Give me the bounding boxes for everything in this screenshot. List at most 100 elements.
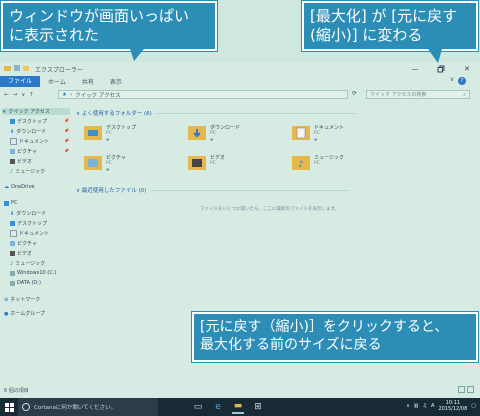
folder-videos[interactable]: ビデオ PC xyxy=(188,152,288,178)
start-button[interactable] xyxy=(0,398,18,416)
notifications-icon[interactable]: ▢ xyxy=(471,403,476,409)
forward-icon[interactable]: → xyxy=(13,92,18,98)
folder-location: PC xyxy=(314,131,320,136)
callout-text-line: [最大化] が [元に戻す xyxy=(310,7,458,25)
document-icon xyxy=(10,230,17,237)
callout-text-line: 最大化する前のサイズに戻る xyxy=(200,337,382,353)
drive-icon xyxy=(10,270,15,276)
folder-documents[interactable]: ドキュメント PC ✱ xyxy=(292,122,392,148)
callout-text-line: (縮小)] に変わる xyxy=(310,26,423,44)
callout-restore-hint: [元に戻す（縮小)］をクリックすると、 最大化する前のサイズに戻る xyxy=(192,312,478,362)
sidebar-item-pictures[interactable]: ピクチャ xyxy=(10,148,37,155)
pin-icon: ✱ xyxy=(210,137,214,142)
desktop-icon xyxy=(10,119,15,124)
sidebar-item-documents[interactable]: ドキュメント xyxy=(10,138,49,145)
sidebar-item-pc-desktop[interactable]: デスクトップ xyxy=(10,220,47,227)
restore-down-button[interactable] xyxy=(428,62,454,76)
details-view-icon[interactable] xyxy=(458,386,465,393)
frequent-folders-header[interactable]: ∨ よく使用するフォルダー (6) xyxy=(76,109,356,117)
pin-icon: ✱ xyxy=(106,137,110,142)
cloud-icon: ☁ xyxy=(4,184,9,190)
up-icon[interactable]: ↑ xyxy=(29,92,34,98)
recent-files-header[interactable]: ∨ 最近使用したファイル (0) xyxy=(76,186,352,194)
sidebar-item-drive-d[interactable]: DATA (D:) xyxy=(10,280,41,286)
picture-icon xyxy=(10,149,15,154)
folder-music[interactable]: ♪ ミュージック PC xyxy=(292,152,392,178)
folder-pictures[interactable]: ピクチャ PC ✱ xyxy=(84,152,184,178)
network-icon[interactable]: ▥ xyxy=(414,403,419,409)
edge-icon[interactable]: e xyxy=(212,401,224,413)
address-bar[interactable]: ★ › クイック アクセス xyxy=(58,90,348,99)
sidebar-item-pc-videos[interactable]: ビデオ xyxy=(10,250,32,257)
document-folder-icon xyxy=(292,126,310,140)
minimize-button[interactable]: — xyxy=(402,62,428,76)
task-view-icon[interactable]: ▭ xyxy=(192,401,204,413)
callout-pointer xyxy=(130,49,144,61)
sidebar-item-desktop[interactable]: デスクトップ xyxy=(10,118,47,125)
folder-location: PC xyxy=(106,131,112,136)
close-button[interactable]: ✕ xyxy=(454,62,480,76)
sidebar-item-label: ネットワーク xyxy=(10,297,41,303)
sidebar-item-label: ビデオ xyxy=(17,159,33,165)
sidebar-item-homegroup[interactable]: ● ホームグループ xyxy=(4,310,45,318)
callout-text-line: に表示された xyxy=(9,26,100,44)
file-explorer-icon[interactable]: ▬ xyxy=(232,400,244,414)
music-icon: ♪ xyxy=(10,260,14,267)
picture-folder-icon xyxy=(84,156,102,170)
sidebar-item-pc-pictures[interactable]: ピクチャ xyxy=(10,240,37,247)
volume-icon[interactable]: ♫ xyxy=(423,403,427,409)
sidebar-item-pc-music[interactable]: ♪ ミュージック xyxy=(10,260,45,268)
breadcrumb-quick-access[interactable]: クイック アクセス xyxy=(75,91,120,99)
sidebar-item-pc[interactable]: PC xyxy=(4,200,18,206)
download-folder-icon xyxy=(188,126,206,140)
system-tray: ∧ ▥ ♫ A 10:11 2015/12/08 ▢ xyxy=(406,400,476,412)
tab-view[interactable]: 表示 xyxy=(102,77,130,86)
sidebar-item-label: ホームグループ xyxy=(10,311,45,317)
search-input[interactable]: クイック アクセスの検索 ⌕ xyxy=(366,90,470,99)
download-icon: ⬇ xyxy=(10,128,15,135)
large-icons-view-icon[interactable] xyxy=(467,386,474,393)
folder-name: デスクトップ xyxy=(106,125,137,131)
back-icon[interactable]: ← xyxy=(4,92,9,98)
sidebar-item-music[interactable]: ♪ ミュージック xyxy=(10,168,45,176)
properties-icon[interactable] xyxy=(14,65,20,73)
svg-text:♪: ♪ xyxy=(298,160,304,170)
sidebar-item-videos[interactable]: ビデオ xyxy=(10,158,32,165)
callout-text-line: [元に戻す（縮小)］をクリックすると、 xyxy=(200,319,449,335)
sidebar-item-label: Windows10 (C:) xyxy=(17,270,57,276)
show-hidden-icons-icon[interactable]: ∧ xyxy=(406,403,410,409)
help-icon[interactable]: ? xyxy=(458,77,466,85)
tab-share[interactable]: 共有 xyxy=(74,77,102,86)
sidebar-item-label: ピクチャ xyxy=(17,241,37,247)
tab-home[interactable]: ホーム xyxy=(40,77,74,86)
pin-icon: ✱ xyxy=(314,137,318,142)
desktop-icon xyxy=(10,221,15,226)
folder-downloads[interactable]: ダウンロード PC ✱ xyxy=(188,122,288,148)
folder-name: ドキュメント xyxy=(314,125,345,131)
star-icon: ★ xyxy=(62,91,67,98)
sidebar-item-drive-c[interactable]: Windows10 (C:) xyxy=(10,270,56,276)
new-folder-icon[interactable] xyxy=(23,65,29,73)
tab-file[interactable]: ファイル xyxy=(0,76,41,87)
sidebar-item-pc-documents[interactable]: ドキュメント xyxy=(10,230,49,237)
expand-ribbon-icon[interactable]: ∨ xyxy=(450,76,454,83)
sidebar-item-label: ピクチャ xyxy=(17,149,37,155)
callout-text-line: ウィンドウが画面いっぱい xyxy=(9,7,190,25)
drive-icon xyxy=(10,280,15,286)
cortana-search-box[interactable]: Cortanaに何か聞いてください。 xyxy=(18,398,158,416)
store-icon[interactable]: ⊞ xyxy=(252,401,264,413)
folder-desktop[interactable]: デスクトップ PC ✱ xyxy=(84,122,184,148)
folder-location: PC xyxy=(106,161,112,166)
view-toggle xyxy=(458,386,474,393)
ime-indicator[interactable]: A xyxy=(431,403,434,409)
sidebar-item-network[interactable]: ⊕ ネットワーク xyxy=(4,296,41,304)
sidebar-item-pc-downloads[interactable]: ⬇ ダウンロード xyxy=(10,210,46,218)
clock[interactable]: 10:11 2015/12/08 xyxy=(438,400,467,412)
recent-locations-icon[interactable]: ∨ xyxy=(21,92,25,98)
document-icon xyxy=(10,138,17,145)
folder-location: PC xyxy=(314,161,320,166)
sidebar-item-onedrive[interactable]: ☁ OneDrive xyxy=(4,184,35,190)
sidebar-item-quick-access[interactable]: ★ クイック アクセス xyxy=(2,108,70,115)
sidebar-item-downloads[interactable]: ⬇ ダウンロード xyxy=(10,128,46,136)
refresh-icon[interactable]: ⟳ xyxy=(352,90,357,97)
